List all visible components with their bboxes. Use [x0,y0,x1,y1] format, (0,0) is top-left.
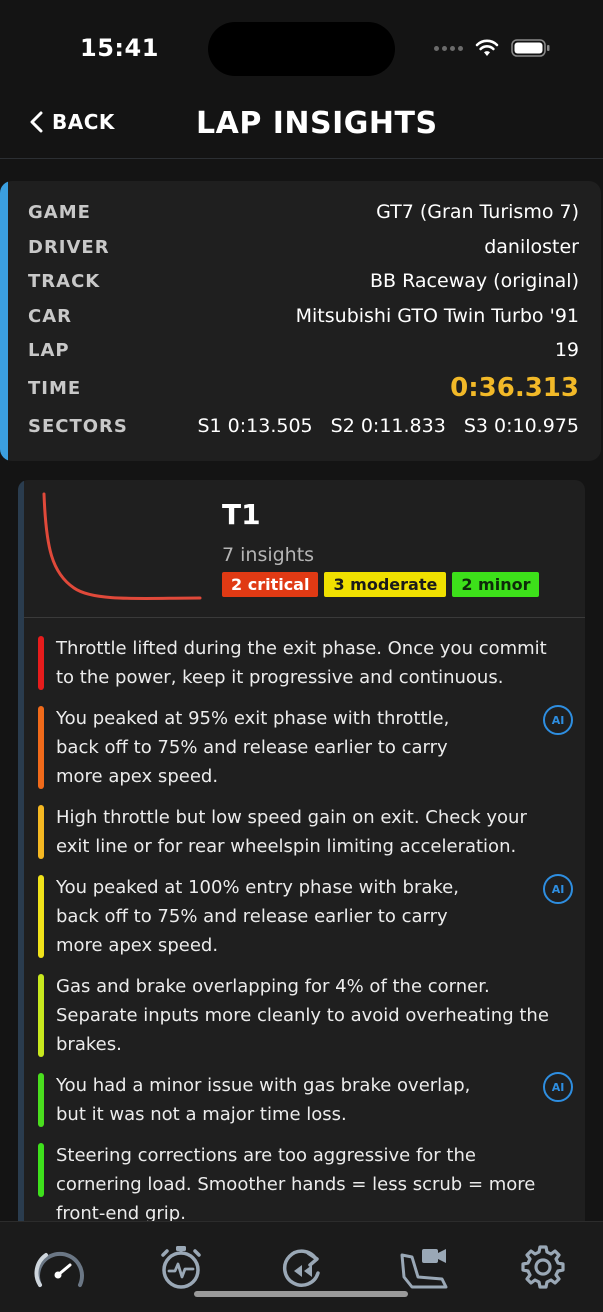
severity-bar [38,1143,44,1197]
insight-item: You peaked at 100% entry phase with brak… [38,873,585,960]
insight-count: 7 insights [222,544,315,566]
top-header: BACK LAP INSIGHTS [0,96,603,159]
page-title: LAP INSIGHTS [196,106,438,141]
sector-time: S2 0:11.833 [330,415,446,437]
info-label: SECTORS [28,415,128,437]
insight-text: High throttle but low speed gain on exit… [56,807,527,857]
info-value: GT7 (Gran Turismo 7) [376,201,579,223]
insight-text: You peaked at 100% entry phase with brak… [56,877,459,956]
insight-text: Steering corrections are too aggressive … [56,1145,536,1224]
info-row-sectors: SECTORS S1 0:13.505 S2 0:11.833 S3 0:10.… [28,415,579,437]
minor-badge: 2 minor [452,572,540,597]
tab-settings[interactable] [513,1240,573,1294]
back-label: BACK [52,110,115,134]
ai-explain-button[interactable]: AI [543,1072,573,1102]
corner-insights-card: T1 7 insights 2 critical 3 moderate 2 mi… [18,480,585,1240]
card-accent-bar [0,181,8,461]
ai-explain-button[interactable]: AI [543,705,573,735]
severity-bar [38,1073,44,1127]
tab-session[interactable] [392,1240,452,1294]
info-row-driver: DRIVER daniloster [28,236,579,258]
severity-bar [38,805,44,859]
severity-bar [38,875,44,958]
tab-dashboard[interactable] [30,1240,90,1294]
info-row-game: GAME GT7 (Gran Turismo 7) [28,201,579,223]
home-indicator [194,1291,408,1297]
insight-item: Steering corrections are too aggressive … [38,1141,585,1228]
sector-time: S3 0:10.975 [463,415,579,437]
cellular-signal-icon [434,45,463,51]
bottom-tab-bar [0,1221,603,1312]
critical-badge: 2 critical [222,572,319,597]
severity-bar [38,706,44,789]
info-row-lap: LAP 19 [28,339,579,361]
sector-times: S1 0:13.505 S2 0:11.833 S3 0:10.975 [197,415,579,437]
info-value: Mitsubishi GTO Twin Turbo '91 [295,305,579,327]
chevron-left-icon [30,111,43,133]
gear-icon [521,1245,565,1289]
info-label: DRIVER [28,236,110,258]
moderate-badge: 3 moderate [324,572,447,597]
lap-time-value: 0:36.313 [450,373,579,403]
insight-item: Gas and brake overlapping for 4% of the … [38,972,585,1059]
status-bar: 15:41 [0,0,603,96]
info-value: BB Raceway (original) [370,270,579,292]
insight-item: High throttle but low speed gain on exit… [38,803,585,861]
speedometer-icon [34,1251,84,1287]
insight-text: You had a minor issue with gas brake ove… [56,1075,471,1125]
stopwatch-pulse-icon [161,1246,201,1289]
insight-item: You had a minor issue with gas brake ove… [38,1071,585,1129]
dynamic-island [208,22,395,76]
corner-header: T1 7 insights 2 critical 3 moderate 2 mi… [24,480,585,618]
back-button[interactable]: BACK [28,110,115,134]
info-label: TRACK [28,270,101,292]
seat-camera-icon [400,1249,448,1289]
insight-list: Throttle lifted during the exit phase. O… [24,618,585,1240]
info-label: LAP [28,339,70,361]
info-value: daniloster [484,236,579,258]
battery-icon [511,39,550,57]
lap-info-card: GAME GT7 (Gran Turismo 7) DRIVER danilos… [0,181,601,461]
status-time: 15:41 [80,34,159,62]
info-label: CAR [28,305,73,327]
insight-item: You peaked at 95% exit phase with thrott… [38,704,585,791]
insight-text: Gas and brake overlapping for 4% of the … [56,976,549,1055]
insight-text: You peaked at 95% exit phase with thrott… [56,708,450,787]
info-value: 19 [554,339,579,361]
ai-explain-button[interactable]: AI [543,874,573,904]
severity-bar [38,974,44,1057]
info-row-time: TIME 0:36.313 [28,373,579,403]
tab-lap-timing[interactable] [151,1240,211,1294]
corner-name: T1 [222,498,261,531]
severity-bar [38,636,44,690]
wifi-icon [475,39,499,56]
insight-item: Throttle lifted during the exit phase. O… [38,634,585,692]
info-label: GAME [28,201,91,223]
info-label: TIME [28,377,82,399]
info-row-car: CAR Mitsubishi GTO Twin Turbo '91 [28,305,579,327]
severity-badges: 2 critical 3 moderate 2 minor [222,572,540,597]
replay-lap-icon [282,1249,320,1287]
insight-text: Throttle lifted during the exit phase. O… [56,638,547,688]
tab-replay[interactable] [271,1240,331,1294]
corner-trace-graphic [42,492,202,601]
status-icons [434,38,551,58]
info-row-track: TRACK BB Raceway (original) [28,270,579,292]
sector-time: S1 0:13.505 [197,415,313,437]
